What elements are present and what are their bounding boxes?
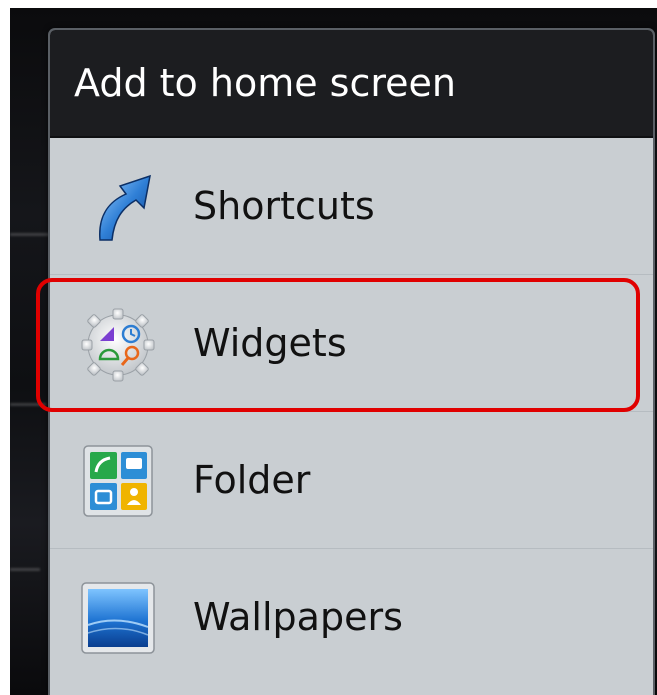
menu-item-wallpapers[interactable]: Wallpapers <box>50 549 653 685</box>
background-streak <box>10 403 46 406</box>
background-streak <box>10 233 50 236</box>
folder-grid-icon <box>83 445 153 517</box>
wallpaper-icon <box>81 582 155 654</box>
widgets-gear-icon <box>81 308 155 382</box>
menu-item-label: Folder <box>193 458 311 502</box>
home-screen-background: Add to home screen Shortcuts Widgets Fol… <box>10 8 657 695</box>
menu-item-label: Wallpapers <box>193 595 403 639</box>
menu-item-folder[interactable]: Folder <box>50 412 653 549</box>
menu-item-widgets[interactable]: Widgets <box>50 275 653 412</box>
shortcut-arrow-icon <box>99 174 151 241</box>
dialog-title: Add to home screen <box>50 30 653 138</box>
background-streak <box>10 568 40 571</box>
menu-item-label: Widgets <box>193 321 347 365</box>
menu-item-shortcuts[interactable]: Shortcuts <box>50 138 653 275</box>
add-to-home-dialog: Add to home screen Shortcuts Widgets Fol… <box>48 28 655 695</box>
menu-item-label: Shortcuts <box>193 184 375 228</box>
